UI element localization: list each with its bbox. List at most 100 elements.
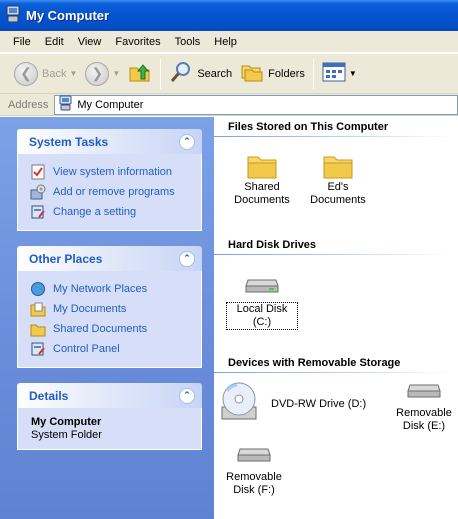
removable-disk-icon (237, 443, 271, 467)
forward-dropdown-icon[interactable]: ▼ (112, 69, 120, 78)
forward-arrow-icon: ❯ (85, 61, 110, 86)
details-title: Details (29, 388, 69, 403)
link-label: My Network Places (53, 283, 148, 295)
link-label: Add or remove programs (53, 186, 175, 198)
menu-favorites[interactable]: Favorites (108, 36, 167, 48)
collapse-chevron-icon[interactable]: ⌃ (179, 387, 195, 404)
toolbar: ❮ Back ▼ ❯ ▼ Search Folders ▼ (0, 53, 458, 94)
title-bar[interactable]: My Computer (0, 0, 458, 31)
folder-icon (323, 153, 353, 179)
item-label-line2: Documents (234, 194, 290, 206)
menu-bar: File Edit View Favorites Tools Help (0, 31, 458, 53)
menu-edit[interactable]: Edit (38, 36, 71, 48)
shared-folder-icon (30, 321, 46, 337)
search-label: Search (197, 67, 233, 80)
back-button[interactable]: ❮ Back ▼ (10, 58, 81, 90)
details-body: My Computer System Folder (17, 408, 202, 450)
menu-file[interactable]: File (6, 36, 38, 48)
system-info-icon (30, 164, 46, 180)
details-name: My Computer (31, 416, 102, 428)
collapse-chevron-icon[interactable]: ⌃ (179, 250, 195, 267)
back-label: Back (42, 67, 67, 80)
item-label-line2: Disk (F:) (233, 484, 275, 496)
item-label-line1: Ed's (327, 181, 349, 193)
removable-disk-f-item[interactable]: Removable Disk (F:) (220, 443, 288, 497)
system-tasks-header[interactable]: System Tasks ⌃ (17, 129, 202, 154)
collapse-chevron-icon[interactable]: ⌃ (179, 133, 195, 150)
search-button[interactable]: Search (165, 58, 236, 90)
back-arrow-icon: ❮ (14, 61, 38, 86)
link-label: Shared Documents (53, 323, 148, 335)
address-bar: Address My Computer (0, 94, 458, 116)
shared-documents-item[interactable]: Shared Documents (230, 153, 294, 207)
item-label: Local Disk (C:) (226, 302, 298, 330)
group-divider (214, 254, 454, 255)
group-divider (214, 136, 454, 137)
link-my-network-places[interactable]: My Network Places (30, 279, 191, 299)
task-pane: System Tasks ⌃ View system information A… (0, 117, 214, 519)
folders-icon (240, 60, 264, 87)
network-globe-icon (30, 281, 46, 297)
link-label: Control Panel (53, 343, 120, 355)
content-pane: Files Stored on This Computer Shared Doc… (214, 117, 458, 519)
group-heading-hdd: Hard Disk Drives (228, 239, 317, 251)
details-panel: Details ⌃ My Computer System Folder (17, 383, 202, 450)
dvd-drive-icon (220, 381, 260, 427)
removable-disk-icon (407, 379, 441, 403)
other-places-title: Other Places (29, 251, 103, 266)
link-shared-documents[interactable]: Shared Documents (30, 319, 191, 339)
link-view-system-information[interactable]: View system information (30, 162, 191, 182)
group-heading-files: Files Stored on This Computer (228, 121, 389, 133)
details-header[interactable]: Details ⌃ (17, 383, 202, 408)
address-value: My Computer (77, 98, 144, 111)
menu-help[interactable]: Help (207, 36, 244, 48)
other-places-panel: Other Places ⌃ My Network Places My Docu… (17, 246, 202, 368)
item-label-line1: Removable (396, 407, 452, 419)
link-my-documents[interactable]: My Documents (30, 299, 191, 319)
search-icon (169, 60, 193, 87)
hard-disk-icon (245, 274, 279, 298)
link-label: Change a setting (53, 206, 137, 218)
folders-label: Folders (268, 67, 305, 80)
system-tasks-title: System Tasks (29, 134, 109, 149)
back-dropdown-icon[interactable]: ▼ (69, 69, 77, 78)
views-dropdown-icon[interactable]: ▼ (349, 69, 357, 78)
menu-tools[interactable]: Tools (168, 36, 208, 48)
my-computer-icon (59, 95, 72, 114)
my-documents-icon (30, 301, 46, 317)
group-divider (214, 372, 454, 373)
local-disk-c-item[interactable]: Local Disk (C:) (226, 274, 298, 330)
item-label-line1: Removable (226, 471, 282, 483)
control-panel-icon (30, 204, 46, 220)
link-control-panel[interactable]: Control Panel (30, 339, 191, 359)
item-label-line2: Documents (310, 194, 366, 206)
link-add-remove-programs[interactable]: Add or remove programs (30, 182, 191, 202)
menu-view[interactable]: View (71, 36, 109, 48)
address-label: Address (8, 98, 49, 111)
details-type: System Folder (31, 429, 102, 441)
other-places-body: My Network Places My Documents Shared Do… (17, 271, 202, 368)
eds-documents-item[interactable]: Ed's Documents (306, 153, 370, 207)
link-label: View system information (53, 166, 173, 178)
toolbar-separator (160, 58, 162, 89)
forward-button[interactable]: ❯ ▼ (81, 58, 124, 90)
up-button[interactable] (124, 58, 156, 90)
removable-disk-e-item[interactable]: Removable Disk (E:) (390, 379, 458, 433)
control-panel-icon (30, 341, 46, 357)
system-tasks-body: View system information Add or remove pr… (17, 154, 202, 231)
item-label-line2: Disk (E:) (402, 420, 446, 432)
my-computer-icon (6, 5, 20, 26)
folders-button[interactable]: Folders (236, 58, 309, 90)
group-heading-removable: Devices with Removable Storage (228, 357, 401, 369)
link-change-a-setting[interactable]: Change a setting (30, 202, 191, 222)
system-tasks-panel: System Tasks ⌃ View system information A… (17, 129, 202, 231)
views-button[interactable]: ▼ (318, 58, 361, 90)
address-field[interactable]: My Computer (54, 94, 458, 115)
item-label: DVD-RW Drive (D:) (271, 397, 367, 410)
folder-icon (247, 153, 277, 179)
views-icon (322, 61, 346, 86)
dvd-rw-drive-d-item[interactable]: DVD-RW Drive (D:) (220, 381, 370, 427)
window-title: My Computer (26, 8, 110, 23)
toolbar-separator (312, 58, 314, 89)
other-places-header[interactable]: Other Places ⌃ (17, 246, 202, 271)
